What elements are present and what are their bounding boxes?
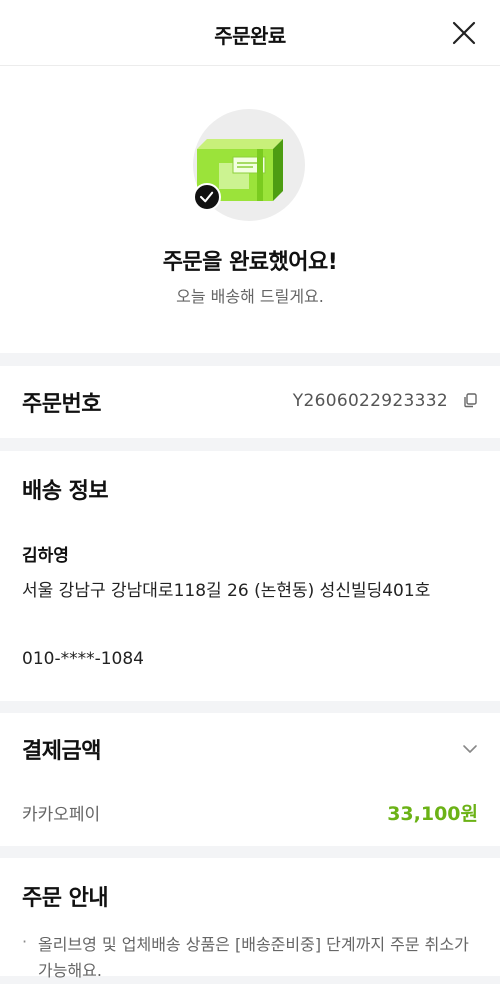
check-icon bbox=[193, 183, 221, 211]
top-app-bar: 주문완료 bbox=[0, 0, 500, 66]
recipient-address: 서울 강남구 강남대로118길 26 (논현동) 성신빌딩401호 bbox=[22, 581, 431, 601]
recipient-phone: 010-****-1084 bbox=[22, 649, 144, 669]
order-guide-text: 올리브영 및 업체배송 상품은 [배송준비중] 단계까지 주문 취소가 가능해요… bbox=[38, 935, 469, 980]
chevron-down-icon[interactable] bbox=[462, 743, 478, 755]
shipping-info-label: 배송 정보 bbox=[22, 479, 109, 504]
payment-label: 결제금액 bbox=[22, 739, 101, 764]
recipient-name: 김하영 bbox=[22, 546, 69, 566]
order-number-value: Y2606022923332 bbox=[292, 391, 448, 411]
payment-method: 카카오페이 bbox=[22, 805, 101, 825]
payment-section[interactable]: 결제금액 카카오페이 33,100원 bbox=[0, 713, 500, 846]
order-guide-label: 주문 안내 bbox=[22, 886, 109, 911]
completion-title: 주문을 완료했어요! bbox=[162, 250, 338, 275]
order-number-section: 주문번호 Y2606022923332 bbox=[0, 366, 500, 438]
order-guide-section: 주문 안내 · 올리브영 및 업체배송 상품은 [배송준비중] 단계까지 주문 … bbox=[0, 858, 500, 980]
shipping-info-section: 배송 정보 김하영 서울 강남구 강남대로118길 26 (논현동) 성신빌딩4… bbox=[0, 451, 500, 701]
payment-amount: 33,100원 bbox=[387, 803, 478, 825]
order-complete-hero: 주문을 완료했어요! 오늘 배송해 드릴게요. bbox=[0, 66, 500, 353]
close-icon[interactable] bbox=[450, 19, 478, 47]
completion-subtitle: 오늘 배송해 드릴게요. bbox=[176, 287, 324, 306]
order-number-label: 주문번호 bbox=[22, 392, 101, 417]
page-title: 주문완료 bbox=[214, 24, 286, 48]
copy-icon[interactable] bbox=[462, 392, 478, 408]
